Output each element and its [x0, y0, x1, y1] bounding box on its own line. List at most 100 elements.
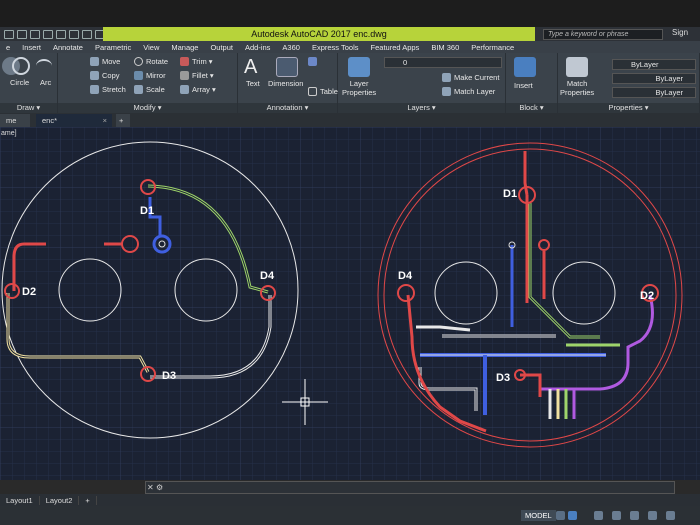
- match-layer-button[interactable]: Match Layer: [442, 87, 495, 96]
- polar-icon[interactable]: [612, 511, 621, 520]
- move-icon: [90, 57, 99, 66]
- match-layer-icon: [442, 87, 451, 96]
- drawing-canvas[interactable]: D1 D2 D3 D4 D1 D2 D3 D4: [0, 127, 700, 480]
- new-icon[interactable]: [17, 29, 27, 39]
- text-icon[interactable]: A: [244, 57, 266, 77]
- tab-enc[interactable]: enc* ×: [36, 114, 112, 127]
- add-layout-button[interactable]: +: [79, 495, 97, 505]
- snap-icon[interactable]: [568, 511, 577, 520]
- insert-label[interactable]: Insert: [514, 81, 533, 90]
- text-label[interactable]: Text: [246, 79, 260, 88]
- layout-tabs: Layout1 Layout2 +: [0, 494, 700, 506]
- app-menu-icon[interactable]: [4, 29, 14, 39]
- arc-icon[interactable]: [36, 59, 52, 73]
- linetype-dropdown[interactable]: ByLayer: [612, 73, 696, 84]
- mirror-button[interactable]: Mirror: [134, 71, 166, 80]
- wrench-icon[interactable]: ⚙: [156, 483, 163, 492]
- tab-add-ins[interactable]: Add-ins: [239, 43, 276, 52]
- undo-icon[interactable]: [82, 29, 92, 39]
- dimension-label[interactable]: Dimension: [268, 79, 303, 88]
- copy-button[interactable]: Copy: [90, 71, 120, 80]
- grid-icon[interactable]: [556, 511, 565, 520]
- tab-enc-label: enc*: [42, 116, 58, 125]
- tab-performance[interactable]: Performance: [465, 43, 520, 52]
- layer-properties-icon[interactable]: [348, 57, 370, 77]
- sign-in-link[interactable]: Sign: [672, 28, 688, 37]
- left-label-d4: D4: [260, 270, 275, 282]
- layer-dropdown[interactable]: 0: [384, 57, 502, 68]
- tab-view[interactable]: View: [137, 43, 165, 52]
- ortho-icon[interactable]: [594, 511, 603, 520]
- insert-block-icon[interactable]: [514, 57, 536, 77]
- tab-parametric[interactable]: Parametric: [89, 43, 137, 52]
- scale-button[interactable]: Scale: [134, 85, 165, 94]
- model-space-button[interactable]: MODEL: [521, 510, 556, 521]
- circle-label[interactable]: Circle: [10, 78, 29, 87]
- array-label: Array ▾: [192, 85, 216, 94]
- tab-insert[interactable]: Insert: [16, 43, 47, 52]
- osnap-icon[interactable]: [630, 511, 639, 520]
- arc-label[interactable]: Arc: [40, 78, 51, 87]
- array-button[interactable]: Array ▾: [180, 85, 216, 94]
- rotate-button[interactable]: Rotate: [134, 57, 168, 66]
- array-icon: [180, 85, 189, 94]
- search-input[interactable]: Type a keyword or phrase: [543, 29, 663, 40]
- quick-access-toolbar: [0, 27, 105, 41]
- plot-icon[interactable]: [69, 29, 79, 39]
- tab-manage[interactable]: Manage: [165, 43, 204, 52]
- leader-button[interactable]: [308, 57, 317, 66]
- viewport-label[interactable]: ame]: [1, 130, 17, 137]
- circle-icon[interactable]: [12, 57, 30, 75]
- tab-annotate[interactable]: Annotate: [47, 43, 89, 52]
- lineweight-icon[interactable]: [666, 511, 675, 520]
- table-icon: [308, 87, 317, 96]
- draw-panel-title[interactable]: Draw ▾: [0, 103, 57, 113]
- tab-layout2[interactable]: Layout2: [40, 495, 80, 505]
- properties-panel-title[interactable]: Properties ▾: [558, 103, 699, 113]
- left-label-d3: D3: [162, 370, 176, 382]
- lineweight-dropdown[interactable]: ByLayer: [612, 87, 696, 98]
- ribbon-tabs: e Insert Annotate Parametric View Manage…: [0, 41, 700, 53]
- tab-start[interactable]: me: [0, 114, 30, 127]
- tab-layout1[interactable]: Layout1: [0, 495, 40, 505]
- close-command-icon[interactable]: ✕: [147, 483, 154, 492]
- open-icon[interactable]: [30, 29, 40, 39]
- tab-home[interactable]: e: [0, 43, 16, 52]
- drawing-svg: D1 D2 D3 D4 D1 D2 D3 D4: [0, 127, 700, 480]
- modify-panel: Move Rotate Trim ▾ Copy Mirror Fillet ▾ …: [58, 53, 238, 113]
- move-button[interactable]: Move: [90, 57, 120, 66]
- new-tab-button[interactable]: +: [116, 114, 130, 127]
- fillet-button[interactable]: Fillet ▾: [180, 71, 214, 80]
- match-properties-icon[interactable]: [566, 57, 588, 77]
- table-button[interactable]: Table: [308, 87, 338, 96]
- save-icon[interactable]: [43, 29, 53, 39]
- close-icon[interactable]: ×: [103, 114, 107, 127]
- otrack-icon[interactable]: [648, 511, 657, 520]
- make-current-button[interactable]: Make Current: [442, 73, 499, 82]
- trim-button[interactable]: Trim ▾: [180, 57, 213, 66]
- tab-a360[interactable]: A360: [276, 43, 306, 52]
- match-properties-label[interactable]: Match Properties: [560, 79, 594, 97]
- stretch-button[interactable]: Stretch: [90, 85, 126, 94]
- layers-panel-title[interactable]: Layers ▾: [338, 103, 505, 113]
- block-panel-title[interactable]: Block ▾: [506, 103, 557, 113]
- scale-label: Scale: [146, 85, 165, 94]
- match-layer-label: Match Layer: [454, 87, 496, 96]
- tab-bim360[interactable]: BIM 360: [425, 43, 465, 52]
- dimension-icon[interactable]: [276, 57, 298, 77]
- tab-express-tools[interactable]: Express Tools: [306, 43, 365, 52]
- copy-icon: [90, 71, 99, 80]
- tab-featured-apps[interactable]: Featured Apps: [365, 43, 426, 52]
- modify-panel-title[interactable]: Modify ▾: [58, 103, 237, 113]
- stretch-label: Stretch: [102, 85, 126, 94]
- tab-output[interactable]: Output: [204, 43, 239, 52]
- layer-properties-label[interactable]: Layer Properties: [342, 79, 376, 97]
- grid: [0, 127, 700, 480]
- color-dropdown[interactable]: ByLayer: [612, 59, 696, 70]
- trim-icon: [180, 57, 189, 66]
- command-line-input[interactable]: [145, 481, 675, 494]
- annotation-panel-title[interactable]: Annotation ▾: [238, 103, 337, 113]
- move-label: Move: [102, 57, 121, 66]
- save-as-icon[interactable]: [56, 29, 66, 39]
- right-label-d4: D4: [398, 270, 413, 282]
